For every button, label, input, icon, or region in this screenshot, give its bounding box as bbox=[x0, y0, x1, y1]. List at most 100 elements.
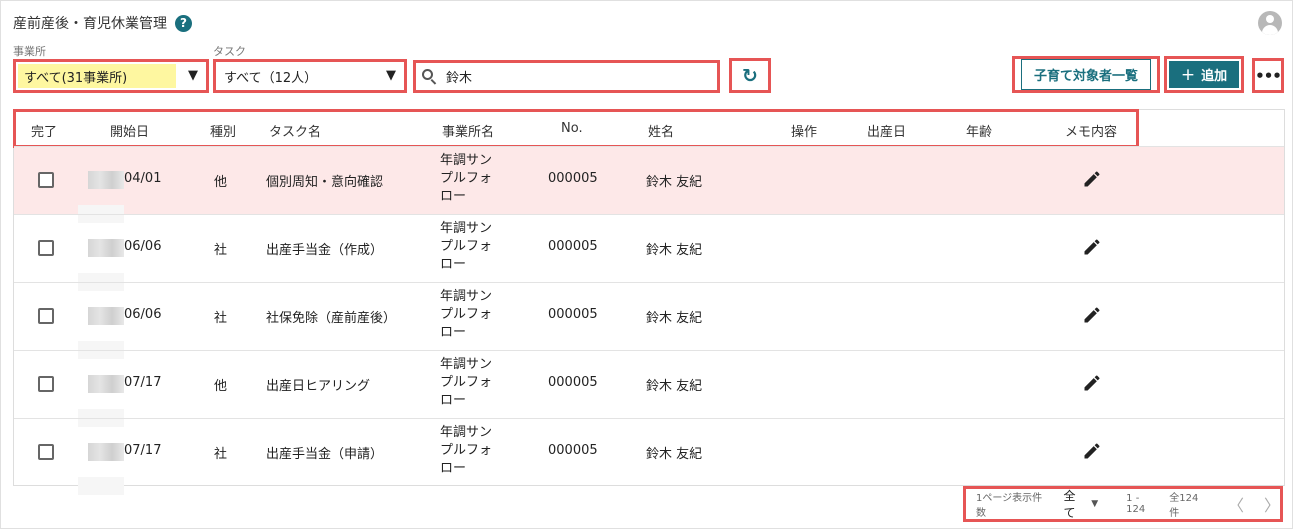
row-office-name: 年調サンプルフォロー bbox=[440, 153, 493, 204]
redacted-year bbox=[88, 239, 124, 257]
row-office-name: 年調サンプルフォロー bbox=[440, 425, 493, 476]
column-header-operation[interactable]: 操作 bbox=[791, 121, 817, 140]
row-start-date: 06/06 bbox=[124, 239, 162, 254]
column-header-no[interactable]: No. bbox=[561, 121, 583, 136]
pagination: 1ページ表示件数 全て ▼ 1 - 124 全124件 〈 〉 bbox=[963, 486, 1283, 522]
row-office-name: 年調サンプルフォロー bbox=[440, 289, 493, 340]
row-type: 社 bbox=[214, 311, 228, 326]
row-checkbox[interactable] bbox=[38, 172, 54, 188]
redacted-year bbox=[88, 375, 124, 393]
kids-list-button[interactable]: 子育て対象者一覧 bbox=[1012, 56, 1160, 93]
row-task-name: 出産日ヒアリング bbox=[266, 379, 371, 394]
edit-memo-icon[interactable] bbox=[1082, 441, 1102, 461]
row-no: 000005 bbox=[548, 375, 598, 390]
row-type: 他 bbox=[214, 175, 228, 190]
column-header-age[interactable]: 年齢 bbox=[966, 121, 992, 140]
table-row[interactable]: 07/17 社 出産手当金（申請） 年調サンプルフォロー 000005 鈴木 友… bbox=[14, 418, 1284, 495]
row-task-name: 出産手当金（作成） bbox=[266, 243, 384, 258]
column-header-done[interactable]: 完了 bbox=[31, 121, 57, 140]
search-icon bbox=[422, 68, 438, 85]
page-range: 1 - 124 bbox=[1126, 493, 1146, 515]
table-row[interactable]: 06/06 社 社保免除（産前産後） 年調サンプルフォロー 000005 鈴木 … bbox=[14, 282, 1284, 359]
row-type: 社 bbox=[214, 243, 228, 258]
column-header-office-name[interactable]: 事業所名 bbox=[442, 121, 494, 140]
edit-memo-icon[interactable] bbox=[1082, 305, 1102, 325]
row-name: 鈴木 友紀 bbox=[646, 243, 703, 258]
column-header-type[interactable]: 種別 bbox=[210, 121, 236, 140]
row-name: 鈴木 友紀 bbox=[646, 447, 703, 462]
edit-memo-icon[interactable] bbox=[1082, 237, 1102, 257]
row-no: 000005 bbox=[548, 171, 598, 186]
row-name: 鈴木 友紀 bbox=[646, 379, 703, 394]
more-icon: ••• bbox=[1255, 66, 1282, 85]
search-input[interactable] bbox=[446, 69, 696, 84]
plus-icon: + bbox=[1180, 64, 1196, 85]
edit-memo-icon[interactable] bbox=[1082, 169, 1102, 189]
row-start-date: 07/17 bbox=[124, 443, 162, 458]
page-title: 産前産後・育児休業管理 bbox=[13, 16, 167, 32]
table-row[interactable]: 06/06 社 出産手当金（作成） 年調サンプルフォロー 000005 鈴木 友… bbox=[14, 214, 1284, 291]
help-icon[interactable]: ? bbox=[175, 14, 192, 32]
redacted-year bbox=[88, 171, 124, 189]
search-box[interactable] bbox=[413, 60, 720, 93]
add-button-inner: + 追加 bbox=[1169, 61, 1239, 88]
row-no: 000005 bbox=[548, 307, 598, 322]
column-header-task-name[interactable]: タスク名 bbox=[269, 121, 321, 140]
redacted-year-ghost bbox=[78, 477, 124, 495]
redacted-year bbox=[88, 307, 124, 325]
row-start-date: 06/06 bbox=[124, 307, 162, 322]
row-checkbox[interactable] bbox=[38, 376, 54, 392]
total-count: 全124件 bbox=[1169, 493, 1199, 519]
row-office-name: 年調サンプルフォロー bbox=[440, 357, 493, 408]
task-table: 完了 開始日 種別 タスク名 事業所名 No. 姓名 操作 出産日 年齢 メモ内… bbox=[13, 109, 1285, 495]
task-dropdown-arrow-icon: ▼ bbox=[386, 68, 396, 83]
row-checkbox[interactable] bbox=[38, 308, 54, 324]
redacted-year bbox=[88, 443, 124, 461]
refresh-button[interactable]: ↻ bbox=[729, 58, 771, 93]
row-office-name: 年調サンプルフォロー bbox=[440, 221, 493, 272]
row-type: 他 bbox=[214, 379, 228, 394]
row-name: 鈴木 友紀 bbox=[646, 175, 703, 190]
row-name: 鈴木 友紀 bbox=[646, 311, 703, 326]
task-select[interactable]: すべて（12人） ▼ bbox=[213, 59, 407, 93]
table-row[interactable]: 07/17 他 出産日ヒアリング 年調サンプルフォロー 000005 鈴木 友紀 bbox=[14, 350, 1284, 427]
column-header-birth-date[interactable]: 出産日 bbox=[867, 121, 906, 140]
row-task-name: 出産手当金（申請） bbox=[266, 447, 384, 462]
table-header: 完了 開始日 種別 タスク名 事業所名 No. 姓名 操作 出産日 年齢 メモ内… bbox=[13, 109, 1139, 148]
avatar-head bbox=[1266, 15, 1274, 23]
office-dropdown-arrow-icon: ▼ bbox=[188, 68, 198, 83]
row-task-name: 個別周知・意向確認 bbox=[266, 175, 384, 190]
row-no: 000005 bbox=[548, 239, 598, 254]
edit-memo-icon[interactable] bbox=[1082, 373, 1102, 393]
column-header-name[interactable]: 姓名 bbox=[648, 121, 674, 140]
office-select-value: すべて(31事業所) bbox=[18, 64, 176, 88]
row-start-date: 07/17 bbox=[124, 375, 162, 390]
per-page-label: 1ページ表示件数 bbox=[976, 493, 1043, 519]
add-button-label: 追加 bbox=[1201, 69, 1228, 84]
task-filter-label: タスク bbox=[213, 45, 246, 58]
row-start-date: 04/01 bbox=[124, 171, 162, 186]
page-header: 産前産後・育児休業管理 ? bbox=[13, 11, 192, 35]
per-page-caret-icon[interactable]: ▼ bbox=[1091, 499, 1098, 509]
next-page-icon[interactable]: 〉 bbox=[1264, 492, 1280, 516]
per-page-select[interactable]: 全て bbox=[1063, 487, 1087, 521]
office-filter-label: 事業所 bbox=[13, 45, 46, 58]
task-select-value: すべて（12人） bbox=[224, 70, 318, 86]
row-task-name: 社保免除（産前産後） bbox=[266, 311, 397, 326]
column-header-start-date[interactable]: 開始日 bbox=[110, 121, 149, 140]
kids-list-button-label: 子育て対象者一覧 bbox=[1020, 59, 1151, 90]
column-header-memo[interactable]: メモ内容 bbox=[1065, 121, 1117, 140]
row-checkbox[interactable] bbox=[38, 240, 54, 256]
page: 産前産後・育児休業管理 ? 事業所 タスク すべて(31事業所) ▼ すべて（1… bbox=[0, 0, 1293, 529]
row-checkbox[interactable] bbox=[38, 444, 54, 460]
avatar[interactable] bbox=[1258, 11, 1282, 35]
more-options-button[interactable]: ••• bbox=[1252, 58, 1284, 93]
refresh-icon: ↻ bbox=[742, 64, 758, 87]
office-select[interactable]: すべて(31事業所) ▼ bbox=[13, 59, 209, 93]
row-no: 000005 bbox=[548, 443, 598, 458]
prev-page-icon[interactable]: 〈 bbox=[1228, 492, 1244, 516]
avatar-body bbox=[1262, 25, 1278, 35]
table-row[interactable]: 04/01 他 個別周知・意向確認 年調サンプルフォロー 000005 鈴木 友… bbox=[14, 146, 1284, 223]
add-button[interactable]: + 追加 bbox=[1164, 56, 1244, 93]
row-type: 社 bbox=[214, 447, 228, 462]
